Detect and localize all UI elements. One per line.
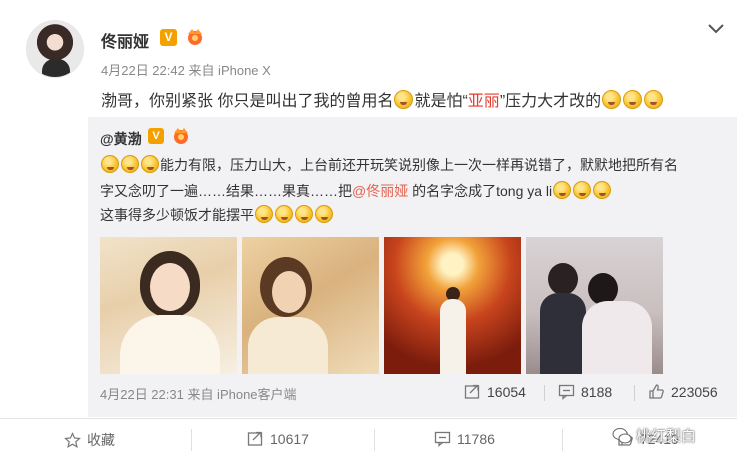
repost-text-line3: 这事得多少顿饭才能摆平: [100, 205, 334, 225]
post-text-part2: 就是怕“: [414, 93, 468, 110]
star-icon: [64, 431, 81, 448]
collect-button[interactable]: 收藏: [64, 430, 115, 450]
repost-icon: [247, 431, 263, 446]
divider: [544, 385, 545, 401]
action-bar: 收藏 10617 11786 72419 桃红梨白: [0, 418, 737, 459]
crying-emoji-icon: [275, 205, 293, 223]
repost-forward-stat[interactable]: 16054: [464, 383, 526, 400]
photo-1[interactable]: [100, 237, 237, 374]
cry-emoji-icon: [553, 181, 572, 199]
smirk-emoji-icon: [593, 181, 612, 199]
tongue-emoji-icon: [394, 90, 414, 109]
repost-meta: 4月22日 22:31 来自 iPhone客户端: [100, 387, 297, 402]
photo-3[interactable]: [384, 237, 521, 374]
divider: [374, 429, 375, 451]
comment-button[interactable]: 11786: [434, 430, 495, 447]
repost-username[interactable]: @黄渤: [100, 129, 142, 149]
post-text-part3: ”压力大才改的: [499, 93, 602, 110]
verified-badge: V: [160, 29, 177, 46]
cry-emoji-icon: [573, 181, 592, 199]
repost-like-stat[interactable]: 223056: [648, 383, 718, 400]
repost-comment-stat[interactable]: 8188: [558, 383, 612, 400]
thinking-emoji-icon: [644, 90, 664, 109]
repost-mention-link[interactable]: @佟丽娅: [352, 183, 408, 199]
comment-icon: [434, 431, 451, 447]
repost-verified-badge: V: [148, 128, 164, 144]
repost-comment-count: 8188: [581, 383, 613, 400]
repost-text-line1: 能力有限，压力山大，上台前还开玩笑说别像上一次一样再说错了，默默地把所有名: [100, 155, 678, 175]
repost-icon: [464, 384, 480, 399]
sad-emoji-icon: [295, 205, 313, 223]
repost-button[interactable]: 10617: [247, 430, 309, 447]
sad-emoji-icon: [315, 205, 333, 223]
repost-line1-text: 能力有限，压力山大，上台前还开玩笑说别像上一次一样再说错了，默默地把所有名: [160, 157, 678, 173]
repost-text-line2: 字又念叨了一遍……结果……果真……把@佟丽娅 的名字念成了tong ya li: [100, 181, 612, 201]
like-icon: [649, 384, 664, 399]
wechat-logo-icon: [612, 427, 632, 443]
post-text-part1: 渤哥，你别紧张 你只是叫出了我的曾用名: [101, 93, 394, 110]
username[interactable]: 佟丽娅: [101, 28, 149, 52]
repost-count: 10617: [270, 430, 309, 447]
post-text: 渤哥，你别紧张 你只是叫出了我的曾用名 就是怕“亚丽”压力大才改的: [101, 87, 664, 111]
watermark-text: 桃红梨白: [636, 428, 697, 445]
photo-4[interactable]: [526, 237, 663, 374]
collect-label: 收藏: [87, 432, 115, 448]
photo-2[interactable]: [242, 237, 379, 374]
tears-emoji-icon: [255, 205, 273, 223]
sad-emoji-icon: [101, 155, 119, 173]
watermark: 桃红梨白: [612, 425, 696, 446]
repost-forward-count: 16054: [487, 383, 526, 400]
repost-card[interactable]: @黄渤 V 能力有限，压力山大，上台前还开玩笑说别像上一次一样再说错了，默默地把…: [88, 117, 737, 417]
post-meta: 4月22日 22:42 来自 iPhone X: [101, 63, 271, 78]
divider: [634, 385, 635, 401]
laugh-emoji-icon: [602, 90, 622, 109]
level-badge-icon: [188, 29, 202, 45]
comment-icon: [558, 384, 575, 400]
sad-emoji-icon: [141, 155, 159, 173]
chevron-down-icon[interactable]: [706, 18, 726, 38]
divider: [191, 429, 192, 451]
avatar[interactable]: [26, 20, 84, 78]
divider: [562, 429, 563, 451]
sad-emoji-icon: [121, 155, 139, 173]
post-text-highlight: 亚丽: [467, 93, 500, 110]
repost-level-badge-icon: [174, 128, 188, 144]
weibo-post: 佟丽娅 V 4月22日 22:42 来自 iPhone X 渤哥，你别紧张 你只…: [0, 0, 737, 459]
comment-count: 11786: [457, 430, 495, 447]
repost-line2-post: 的名字念成了tong ya li: [408, 183, 553, 199]
repost-line2-pre: 字又念叨了一遍……结果……果真……把: [100, 183, 352, 199]
repost-line3-text: 这事得多少顿饭才能摆平: [100, 207, 254, 223]
heart-eyes-emoji-icon: [623, 90, 643, 109]
repost-like-count: 223056: [671, 383, 718, 400]
